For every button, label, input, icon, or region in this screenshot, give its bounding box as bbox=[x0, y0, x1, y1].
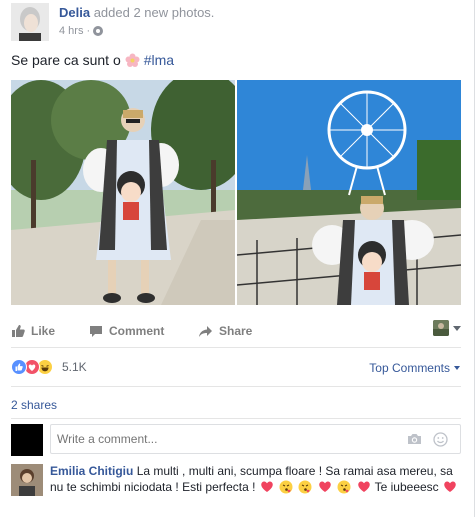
like-label: Like bbox=[31, 324, 56, 338]
like-reaction-icon bbox=[11, 359, 27, 375]
commenter-avatar[interactable] bbox=[11, 464, 43, 496]
heart-emoji-icon bbox=[261, 481, 273, 492]
comment-icon bbox=[89, 325, 103, 338]
comment-composer[interactable] bbox=[50, 424, 461, 454]
comment-sort-dropdown[interactable]: Top Comments bbox=[369, 361, 460, 375]
post-as-selector[interactable] bbox=[433, 320, 461, 336]
facebook-post: Delia added 2 new photos. 4 hrs · Se par… bbox=[0, 0, 475, 517]
divider bbox=[11, 347, 461, 348]
author-name[interactable]: Delia bbox=[59, 5, 90, 20]
divider bbox=[11, 418, 461, 419]
share-label: Share bbox=[219, 324, 253, 338]
commenter-name[interactable]: Emilia Chitigiu bbox=[50, 464, 133, 478]
flower-emoji-icon bbox=[125, 53, 140, 68]
reaction-count[interactable]: 5.1K bbox=[62, 360, 87, 374]
like-button[interactable]: Like bbox=[11, 324, 55, 338]
comment-button[interactable]: Comment bbox=[89, 324, 164, 338]
kiss-emoji-icon bbox=[337, 480, 351, 494]
heart-emoji-icon bbox=[357, 481, 370, 492]
divider bbox=[11, 386, 461, 387]
comment-text-end: Te iubeeesc bbox=[374, 480, 439, 494]
post-action-bar: Like Comment Share bbox=[11, 318, 461, 346]
comment-input[interactable] bbox=[57, 432, 387, 446]
viewer-avatar bbox=[433, 320, 449, 336]
post-hashtag[interactable]: #lma bbox=[144, 52, 174, 68]
post-header: Delia added 2 new photos. 4 hrs · bbox=[11, 3, 451, 43]
chevron-down-icon bbox=[453, 325, 461, 331]
post-text: Se pare ca sunt o #lma bbox=[11, 52, 174, 68]
smiley-icon[interactable] bbox=[433, 432, 448, 450]
comment-sort-label: Top Comments bbox=[369, 361, 450, 375]
author-avatar[interactable] bbox=[11, 3, 49, 41]
globe-icon[interactable] bbox=[93, 26, 104, 36]
photo-right[interactable] bbox=[237, 80, 461, 305]
current-user-avatar bbox=[11, 424, 43, 456]
like-icon bbox=[11, 324, 25, 338]
share-icon bbox=[198, 325, 213, 338]
heart-emoji-icon bbox=[444, 481, 456, 492]
heart-emoji-icon bbox=[319, 481, 331, 492]
kiss-emoji-icon bbox=[298, 480, 312, 494]
reactions-summary[interactable]: 5.1K bbox=[11, 358, 87, 376]
post-timestamp[interactable]: 4 hrs bbox=[59, 25, 83, 37]
shares-count[interactable]: 2 shares bbox=[11, 398, 57, 412]
share-button[interactable]: Share bbox=[198, 324, 252, 338]
post-text-body: Se pare ca sunt o bbox=[11, 52, 121, 68]
post-action-text: added 2 new photos. bbox=[93, 5, 215, 20]
comment-label: Comment bbox=[109, 324, 165, 338]
chevron-down-icon bbox=[454, 366, 460, 370]
kiss-emoji-icon bbox=[279, 480, 293, 494]
photo-left[interactable] bbox=[11, 80, 235, 305]
camera-icon[interactable] bbox=[407, 433, 422, 448]
author-line: Delia added 2 new photos. bbox=[59, 5, 214, 20]
comment-item: Emilia Chitigiu La multi , multi ani, sc… bbox=[50, 463, 460, 495]
post-meta: 4 hrs · bbox=[59, 25, 104, 37]
